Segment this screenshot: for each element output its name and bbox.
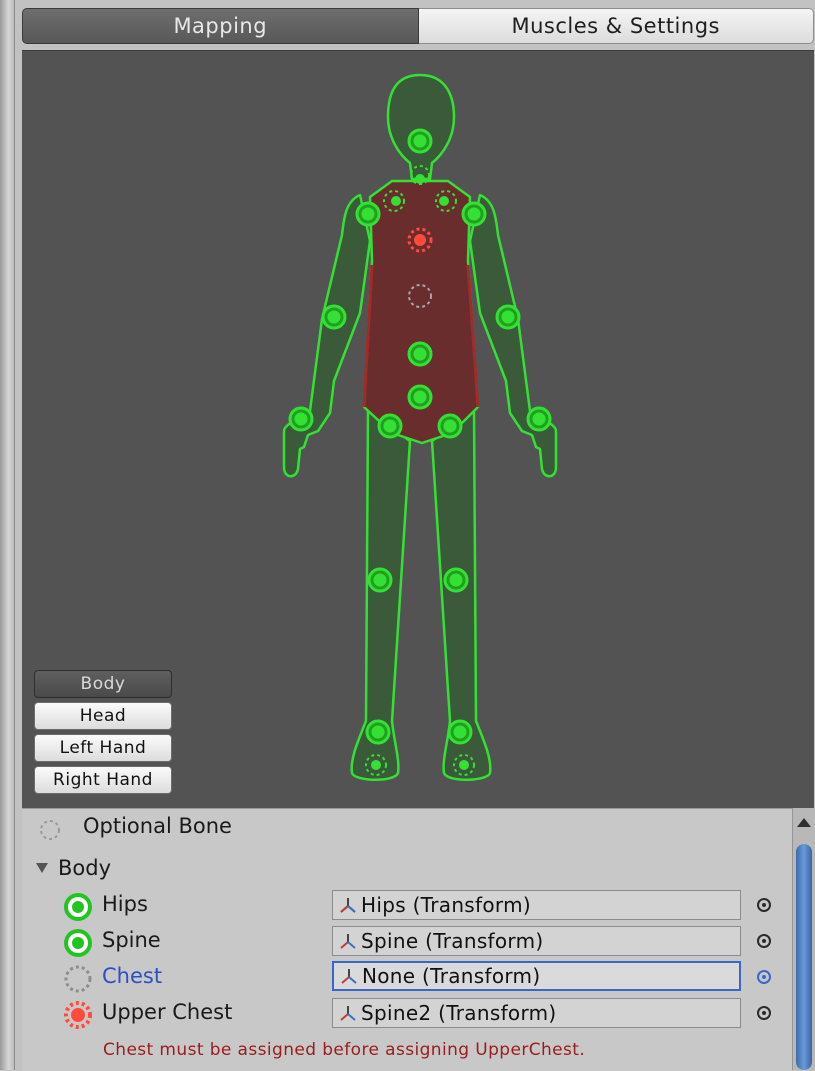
chest-object-picker-icon[interactable] [757, 970, 771, 984]
spine-label: Spine [102, 928, 161, 952]
right-arm-silhouette [468, 193, 558, 478]
validation-warning: Chest must be assigned before assigning … [103, 1040, 586, 1060]
spine-bone-icon[interactable] [62, 927, 94, 959]
head-button[interactable]: Head [34, 702, 172, 730]
transform-icon [340, 1006, 356, 1021]
spine-field-value: Spine (Transform) [361, 929, 544, 953]
spine-transform-field[interactable]: Spine (Transform) [332, 926, 741, 956]
expand-arrow-icon[interactable] [36, 863, 48, 873]
upper-chest-bone-icon[interactable] [62, 999, 94, 1031]
avatar-configuration-window: Mapping Muscles & Settings Body Head Lef… [0, 0, 815, 1071]
left-hand-button[interactable]: Left Hand [34, 734, 172, 762]
window-edge [0, 0, 15, 1070]
right-hand-button[interactable]: Right Hand [34, 766, 172, 794]
scroll-thumb[interactable] [796, 844, 812, 1070]
hips-transform-field[interactable]: Hips (Transform) [332, 890, 741, 920]
body-section-header[interactable]: Body [58, 856, 111, 880]
spine-object-picker-icon[interactable] [757, 934, 771, 948]
transform-icon [340, 898, 356, 913]
optional-bone-legend: Optional Bone [83, 814, 232, 838]
upper-chest-field-value: Spine2 (Transform) [361, 1001, 557, 1025]
vertical-scrollbar[interactable] [792, 808, 815, 1070]
transform-icon [341, 969, 357, 984]
scroll-up-arrow-icon[interactable] [797, 818, 811, 827]
head-silhouette [386, 73, 456, 181]
chest-bone-icon[interactable] [62, 963, 94, 995]
chest-field-value: None (Transform) [362, 964, 541, 988]
hips-label: Hips [102, 892, 148, 916]
transform-icon [340, 934, 356, 949]
tab-muscles-settings[interactable]: Muscles & Settings [418, 8, 814, 44]
body-button[interactable]: Body [34, 670, 172, 698]
upper-chest-object-picker-icon[interactable] [757, 1006, 771, 1020]
optional-bone-icon [40, 820, 60, 840]
upper-chest-transform-field[interactable]: Spine2 (Transform) [332, 998, 741, 1028]
hips-field-value: Hips (Transform) [361, 893, 531, 917]
body-part-selector: Body Head Left Hand Right Hand [34, 670, 172, 798]
hips-object-picker-icon[interactable] [757, 898, 771, 912]
tab-bar: Mapping Muscles & Settings [22, 8, 814, 44]
tab-mapping[interactable]: Mapping [22, 8, 419, 44]
chest-label: Chest [102, 964, 163, 988]
left-arm-silhouette [282, 193, 372, 478]
hips-bone-icon[interactable] [62, 891, 94, 923]
upper-chest-label: Upper Chest [102, 1000, 233, 1024]
chest-transform-field[interactable]: None (Transform) [332, 961, 741, 991]
